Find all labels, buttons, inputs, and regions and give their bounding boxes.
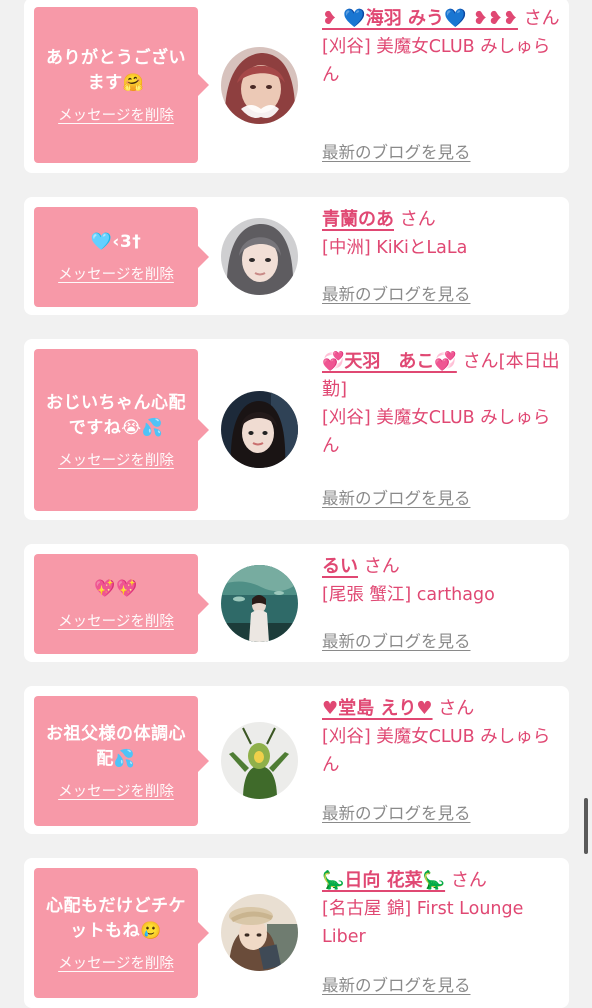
delete-message-link[interactable]: メッセージを削除 <box>58 263 174 284</box>
message-card: ありがとうござい ます🤗 メッセージを削除 ❥ 💙海羽 みう💙 ❥❥❥ さん [… <box>24 0 569 173</box>
shop-name: [中洲] KiKiとLaLa <box>322 238 468 258</box>
message-bubble: 心配もだけどチケ ットもね🥲 メッセージを削除 <box>34 868 209 998</box>
latest-blog-link[interactable]: 最新のブログを見る <box>322 485 471 509</box>
avatar[interactable] <box>221 722 298 799</box>
message-bubble: 🩵‹3† メッセージを削除 <box>34 207 209 307</box>
latest-blog-link[interactable]: 最新のブログを見る <box>322 972 471 996</box>
sender-name-link[interactable]: 🦕日向 花菜🦕 <box>322 870 445 891</box>
latest-blog-link[interactable]: 最新のブログを見る <box>322 628 471 652</box>
honorific: さん <box>399 209 436 230</box>
delete-message-link[interactable]: メッセージを削除 <box>58 449 174 470</box>
latest-blog-link[interactable]: 最新のブログを見る <box>322 281 471 305</box>
sender-info: ❥ 💙海羽 みう💙 ❥❥❥ さん [刈谷] 美魔女CLUB みしゅらん <box>322 5 562 89</box>
message-bubble: お祖父様の体調心 配💦 メッセージを削除 <box>34 696 209 826</box>
message-text: おじいちゃん心配 ですね😭💦 <box>46 392 186 438</box>
sender-name-line: ♥堂島 えり♥ さん <box>322 695 562 723</box>
message-bubble: ありがとうござい ます🤗 メッセージを削除 <box>34 7 209 163</box>
avatar[interactable] <box>221 565 298 642</box>
sender-name-line: るい さん <box>322 553 562 581</box>
message-bubble: 💖💖 メッセージを削除 <box>34 554 209 654</box>
message-card: 🩵‹3† メッセージを削除 青蘭のあ さん [中洲] KiKiとLaLa 最新の… <box>24 197 569 315</box>
honorific: さん <box>438 698 475 719</box>
avatar[interactable] <box>221 47 298 124</box>
message-card: おじいちゃん心配 ですね😭💦 メッセージを削除 💞天羽 あこ💞 さん[本日出勤]… <box>24 339 569 520</box>
mantis-costume-photo-icon <box>221 722 298 799</box>
sender-name-line: 💞天羽 あこ💞 さん[本日出勤] <box>322 348 562 404</box>
delete-message-link[interactable]: メッセージを削除 <box>58 610 174 631</box>
latest-blog-link[interactable]: 最新のブログを見る <box>322 139 471 163</box>
sender-name-line: ❥ 💙海羽 みう💙 ❥❥❥ さん <box>322 5 562 33</box>
scrollbar-thumb[interactable] <box>584 798 588 854</box>
shop-name: [尾張 蟹江] carthago <box>322 585 495 605</box>
message-text: ありがとうござい ます🤗 <box>46 47 186 93</box>
latest-blog-link[interactable]: 最新のブログを見る <box>322 800 471 824</box>
sender-info: 青蘭のあ さん [中洲] KiKiとLaLa <box>322 206 562 262</box>
honorific: さん <box>523 8 560 29</box>
shop-name: [刈谷] 美魔女CLUB みしゅらん <box>322 727 551 775</box>
sender-info: るい さん [尾張 蟹江] carthago <box>322 553 562 609</box>
message-text: 💖💖 <box>94 579 138 599</box>
avatar[interactable] <box>221 218 298 295</box>
message-text: 🩵‹3† <box>90 232 142 252</box>
honorific: さん <box>462 351 499 372</box>
woman-portrait-dark-icon <box>221 391 298 468</box>
woman-portrait-beret-icon <box>221 894 298 971</box>
sender-info: ♥堂島 えり♥ さん [刈谷] 美魔女CLUB みしゅらん <box>322 695 562 779</box>
sender-info: 💞天羽 あこ💞 さん[本日出勤] [刈谷] 美魔女CLUB みしゅらん <box>322 348 562 460</box>
sender-name-line: 青蘭のあ さん <box>322 206 562 234</box>
sender-name-link[interactable]: るい <box>322 556 358 577</box>
message-card: 💖💖 メッセージを削除 るい さん [尾張 蟹江] carthago 最新のブロ… <box>24 544 569 662</box>
woman-portrait-pink-hair-icon <box>221 47 298 124</box>
delete-message-link[interactable]: メッセージを削除 <box>58 780 174 801</box>
shop-name: [刈谷] 美魔女CLUB みしゅらん <box>322 408 551 456</box>
sender-name-link[interactable]: 💞天羽 あこ💞 <box>322 351 457 372</box>
aquarium-photo-icon <box>221 565 298 642</box>
message-bubble: おじいちゃん心配 ですね😭💦 メッセージを削除 <box>34 349 209 511</box>
sender-name-line: 🦕日向 花菜🦕 さん <box>322 867 562 895</box>
delete-message-link[interactable]: メッセージを削除 <box>58 104 174 125</box>
honorific: さん <box>363 556 400 577</box>
message-text: 心配もだけどチケ ットもね🥲 <box>46 895 186 941</box>
shop-name: [刈谷] 美魔女CLUB みしゅらん <box>322 37 551 85</box>
sender-info: 🦕日向 花菜🦕 さん [名古屋 錦] First Lounge Liber <box>322 867 562 951</box>
sender-name-link[interactable]: 青蘭のあ <box>322 209 394 230</box>
delete-message-link[interactable]: メッセージを削除 <box>58 952 174 973</box>
message-card: 心配もだけどチケ ットもね🥲 メッセージを削除 🦕日向 花菜🦕 さん [名古屋 … <box>24 858 569 1008</box>
message-card: お祖父様の体調心 配💦 メッセージを削除 ♥堂島 えり♥ さん [刈谷] 美魔女… <box>24 686 569 834</box>
sender-name-link[interactable]: ♥堂島 えり♥ <box>322 698 433 719</box>
message-text: お祖父様の体調心 配💦 <box>46 723 186 769</box>
avatar[interactable] <box>221 391 298 468</box>
avatar[interactable] <box>221 894 298 971</box>
sender-name-link[interactable]: ❥ 💙海羽 みう💙 ❥❥❥ <box>322 8 518 29</box>
woman-portrait-grey-hair-icon <box>221 218 298 295</box>
honorific: さん <box>450 870 487 891</box>
shop-name: [名古屋 錦] First Lounge Liber <box>322 899 524 947</box>
